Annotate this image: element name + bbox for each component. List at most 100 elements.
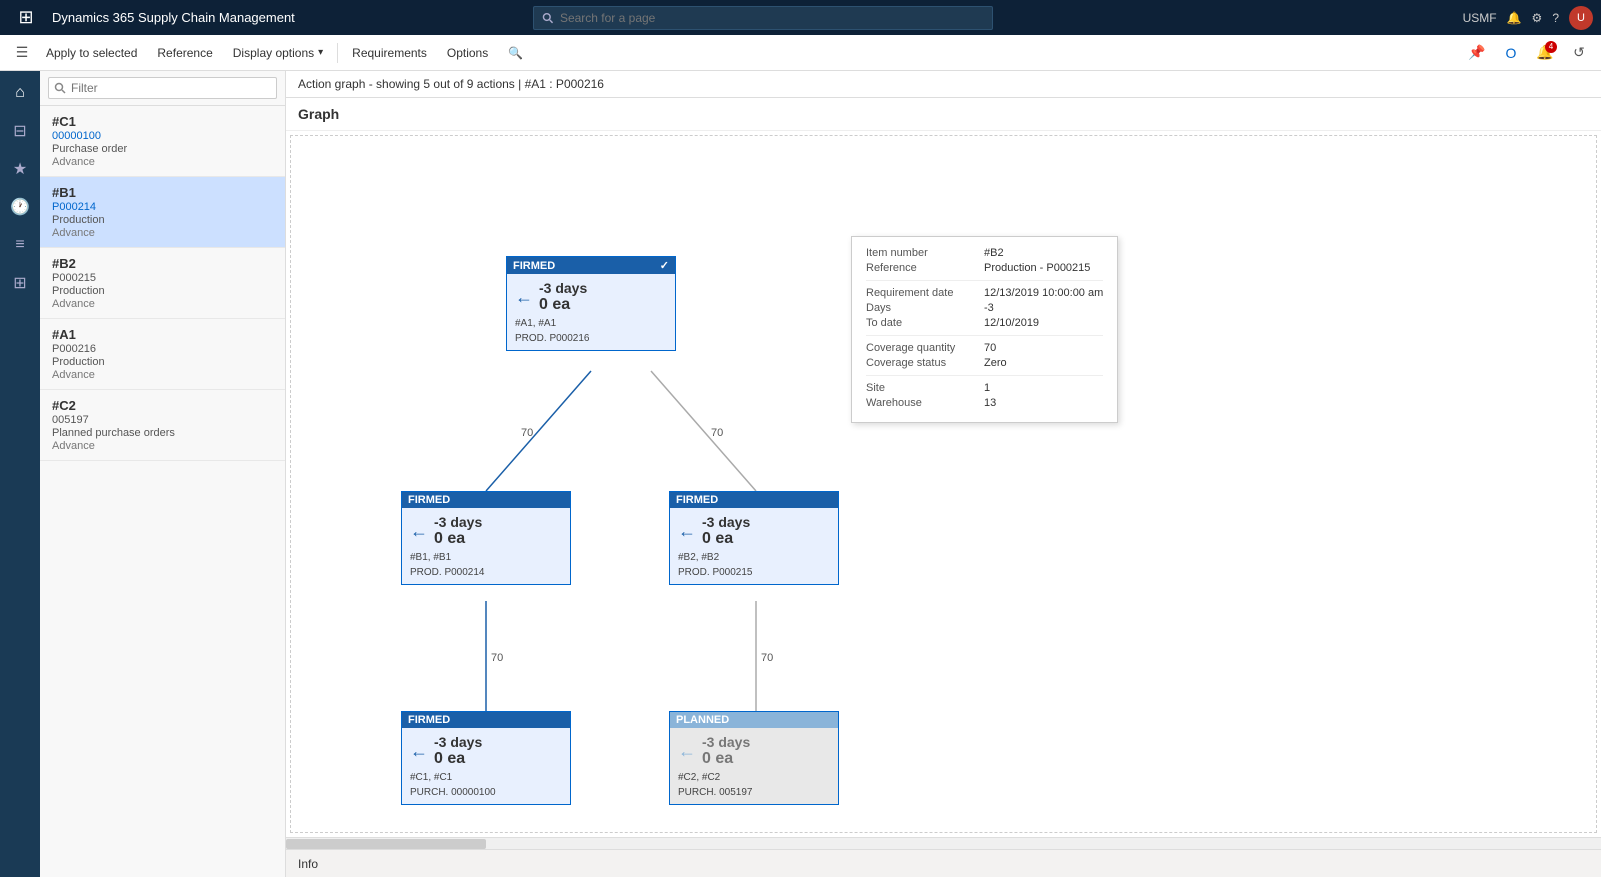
node-header: FIRMED ✓ — [507, 257, 675, 274]
node-header: FIRMED — [402, 712, 570, 728]
options-button[interactable]: Options — [437, 35, 498, 71]
node-body: ← -3 days 0 ea #B2, #B2 PROD. P000215 — [670, 508, 838, 584]
list-item-type: Production — [52, 356, 273, 368]
node-header: FIRMED — [402, 492, 570, 508]
list-item-code: P000216 — [52, 343, 273, 355]
list-item-code: 00000100 — [52, 130, 273, 142]
list-item-id: #B1 — [52, 185, 273, 200]
list-item[interactable]: #C1 00000100 Purchase order Advance — [40, 106, 285, 177]
sidebar-icons: ⌂ ⊟ ★ 🕐 ≡ ⊞ — [0, 71, 40, 877]
sidebar-filter-icon[interactable]: ⊟ — [2, 113, 38, 149]
list-item-label: Advance — [52, 440, 273, 452]
notification-icon[interactable]: 🔔 — [1507, 11, 1522, 25]
alert-icon[interactable]: 🔔 4 — [1531, 39, 1559, 67]
list-item-label: Advance — [52, 298, 273, 310]
list-item[interactable]: #B1 P000214 Production Advance — [40, 177, 285, 248]
list-item-code: P000214 — [52, 201, 273, 213]
search-input[interactable] — [560, 11, 984, 25]
list-item-type: Planned purchase orders — [52, 427, 273, 439]
node-a1[interactable]: FIRMED ✓ ← -3 days 0 ea #A1, #A1 PROD. P… — [506, 256, 676, 351]
node-header: PLANNED — [670, 712, 838, 728]
sidebar-home-icon[interactable]: ⌂ — [2, 75, 38, 111]
search-icon — [542, 12, 554, 24]
sidebar-favorites-icon[interactable]: ★ — [2, 151, 38, 187]
bottom-bar: Info — [286, 849, 1601, 877]
node-body: ← -3 days 0 ea #B1, #B1 PROD. P000214 — [402, 508, 570, 584]
list-item-type: Production — [52, 285, 273, 297]
tooltip-days-label: Days — [866, 302, 976, 314]
tooltip: Item number #B2 Reference Production - P… — [851, 236, 1118, 423]
tooltip-item-label: Item number — [866, 247, 976, 259]
list-item-id: #C1 — [52, 114, 273, 129]
graph-area[interactable]: 70 70 70 70 FIRMED ✓ ← — [290, 135, 1597, 833]
node-body: ← -3 days 0 ea #C1, #C1 PURCH. 00000100 — [402, 728, 570, 804]
apply-to-selected-button[interactable]: Apply to selected — [36, 35, 147, 71]
top-bar-right: USMF 🔔 ⚙ ? U — [1463, 6, 1593, 30]
graph-scrollbar-thumb[interactable] — [286, 839, 486, 849]
tooltip-ref-val: Production - P000215 — [984, 262, 1090, 274]
node-c2[interactable]: PLANNED ← -3 days 0 ea #C2, #C2 PURCH. 0… — [669, 711, 839, 805]
list-item-type: Production — [52, 214, 273, 226]
tooltip-warehouse-label: Warehouse — [866, 397, 976, 409]
graph-label: Graph — [286, 98, 1601, 131]
node-body: ← -3 days 0 ea #A1, #A1 PROD. P000216 — [507, 274, 675, 350]
list-item[interactable]: #B2 P000215 Production Advance — [40, 248, 285, 319]
avatar[interactable]: U — [1569, 6, 1593, 30]
svg-text:70: 70 — [761, 652, 773, 664]
pinned-icon[interactable]: 📌 — [1463, 39, 1491, 67]
list-item[interactable]: #A1 P000216 Production Advance — [40, 319, 285, 390]
action-info: Action graph - showing 5 out of 9 action… — [286, 71, 1601, 98]
search-box[interactable] — [533, 6, 993, 30]
help-icon[interactable]: ? — [1552, 11, 1559, 25]
list-item-label: Advance — [52, 156, 273, 168]
info-label: Info — [298, 857, 318, 871]
sidebar-grid-icon[interactable]: ⊞ — [2, 265, 38, 301]
filter-input[interactable] — [48, 77, 277, 99]
settings-icon[interactable]: ⚙ — [1532, 11, 1543, 25]
reference-button[interactable]: Reference — [147, 35, 222, 71]
check-icon: ✓ — [660, 259, 669, 272]
content-area: Action graph - showing 5 out of 9 action… — [286, 71, 1601, 877]
tooltip-warehouse-val: 13 — [984, 397, 996, 409]
sidebar-recent-icon[interactable]: 🕐 — [2, 189, 38, 225]
arrow-left-icon: ← — [410, 741, 428, 762]
sidebar-list-icon[interactable]: ≡ — [2, 227, 38, 263]
tooltip-reqdate-val: 12/13/2019 10:00:00 am — [984, 287, 1103, 299]
arrow-left-icon: ← — [678, 521, 696, 542]
filter-area — [40, 71, 285, 106]
graph-scrollbar[interactable] — [286, 837, 1601, 849]
node-body: ← -3 days 0 ea #C2, #C2 PURCH. 005197 — [670, 728, 838, 804]
office-icon[interactable]: O — [1497, 39, 1525, 67]
node-b1[interactable]: FIRMED ← -3 days 0 ea #B1, #B1 PROD. P00… — [401, 491, 571, 585]
top-bar: ⊞ Dynamics 365 Supply Chain Management U… — [0, 0, 1601, 35]
refresh-icon[interactable]: ↺ — [1565, 39, 1593, 67]
node-b2[interactable]: FIRMED ← -3 days 0 ea #B2, #B2 PROD. P00… — [669, 491, 839, 585]
tooltip-days-val: -3 — [984, 302, 994, 314]
tooltip-site-label: Site — [866, 382, 976, 394]
arrow-left-icon: ← — [678, 741, 696, 762]
app-title: Dynamics 365 Supply Chain Management — [52, 10, 295, 25]
ribbon: ☰ Apply to selected Reference Display op… — [0, 35, 1601, 71]
tooltip-ref-label: Reference — [866, 262, 976, 274]
tooltip-item-val: #B2 — [984, 247, 1004, 259]
main-area: ⌂ ⊟ ★ 🕐 ≡ ⊞ #C1 00000100 Purchase order … — [0, 71, 1601, 877]
tooltip-covqty-label: Coverage quantity — [866, 342, 976, 354]
arrow-left-icon: ← — [515, 287, 533, 308]
list-item-code: 005197 — [52, 414, 273, 426]
apps-icon[interactable]: ⊞ — [8, 0, 44, 36]
display-options-button[interactable]: Display options ▾ — [223, 35, 333, 71]
svg-text:70: 70 — [711, 427, 723, 439]
node-c1[interactable]: FIRMED ← -3 days 0 ea #C1, #C1 PURCH. 00… — [401, 711, 571, 805]
arrow-left-icon: ← — [410, 521, 428, 542]
chevron-down-icon: ▾ — [318, 47, 323, 58]
ribbon-separator — [337, 43, 338, 63]
list-item-id: #C2 — [52, 398, 273, 413]
requirements-button[interactable]: Requirements — [342, 35, 437, 71]
list-item[interactable]: #C2 005197 Planned purchase orders Advan… — [40, 390, 285, 461]
list-item-id: #B2 — [52, 256, 273, 271]
hamburger-icon[interactable]: ☰ — [8, 39, 36, 67]
tooltip-todate-label: To date — [866, 317, 976, 329]
list-item-code: P000215 — [52, 272, 273, 284]
tooltip-site-val: 1 — [984, 382, 990, 394]
search-ribbon-icon[interactable]: 🔍 — [498, 35, 533, 71]
